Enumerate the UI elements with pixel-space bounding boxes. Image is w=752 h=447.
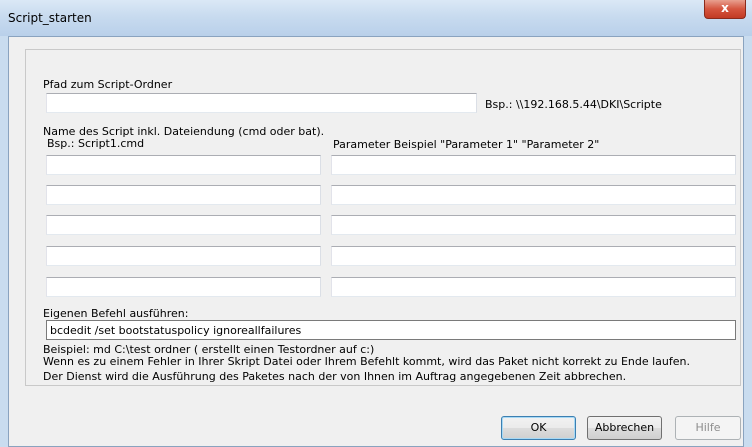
script-params-input-3[interactable]: [331, 215, 736, 235]
script-name-input-4[interactable]: [46, 246, 321, 266]
ok-button[interactable]: OK: [501, 416, 576, 440]
script-name-input-3[interactable]: [46, 215, 321, 235]
window-title: Script_starten: [8, 11, 92, 25]
dialog-body: Pfad zum Script-Ordner Bsp.: \\192.168.5…: [8, 36, 744, 447]
command-label: Eigenen Befehl ausführen:: [43, 307, 189, 320]
script-params-input-2[interactable]: [331, 185, 736, 205]
cancel-button[interactable]: Abbrechen: [587, 416, 662, 440]
title-bar: Script_starten x: [0, 0, 752, 36]
command-input[interactable]: [46, 320, 736, 340]
script-name-input-2[interactable]: [46, 185, 321, 205]
script-params-input-5[interactable]: [331, 277, 736, 297]
folder-path-input[interactable]: [46, 93, 477, 113]
script-name-example: Bsp.: Script1.cmd: [47, 137, 145, 150]
script-name-input-5[interactable]: [46, 277, 321, 297]
close-icon[interactable]: x: [704, 0, 746, 19]
help-button[interactable]: Hilfe: [675, 416, 741, 440]
script-params-input-1[interactable]: [331, 155, 736, 175]
script-params-input-4[interactable]: [331, 246, 736, 266]
parameter-label: Parameter Beispiel "Parameter 1" "Parame…: [333, 138, 600, 151]
folder-label: Pfad zum Script-Ordner: [43, 78, 173, 91]
folder-example: Bsp.: \\192.168.5.44\DKI\Scripte: [485, 98, 662, 111]
timeout-note: Der Dienst wird die Ausführung des Paket…: [43, 370, 627, 383]
error-warning: Wenn es zu einem Fehler in Ihrer Skript …: [43, 355, 691, 368]
script-name-input-1[interactable]: [46, 155, 321, 175]
